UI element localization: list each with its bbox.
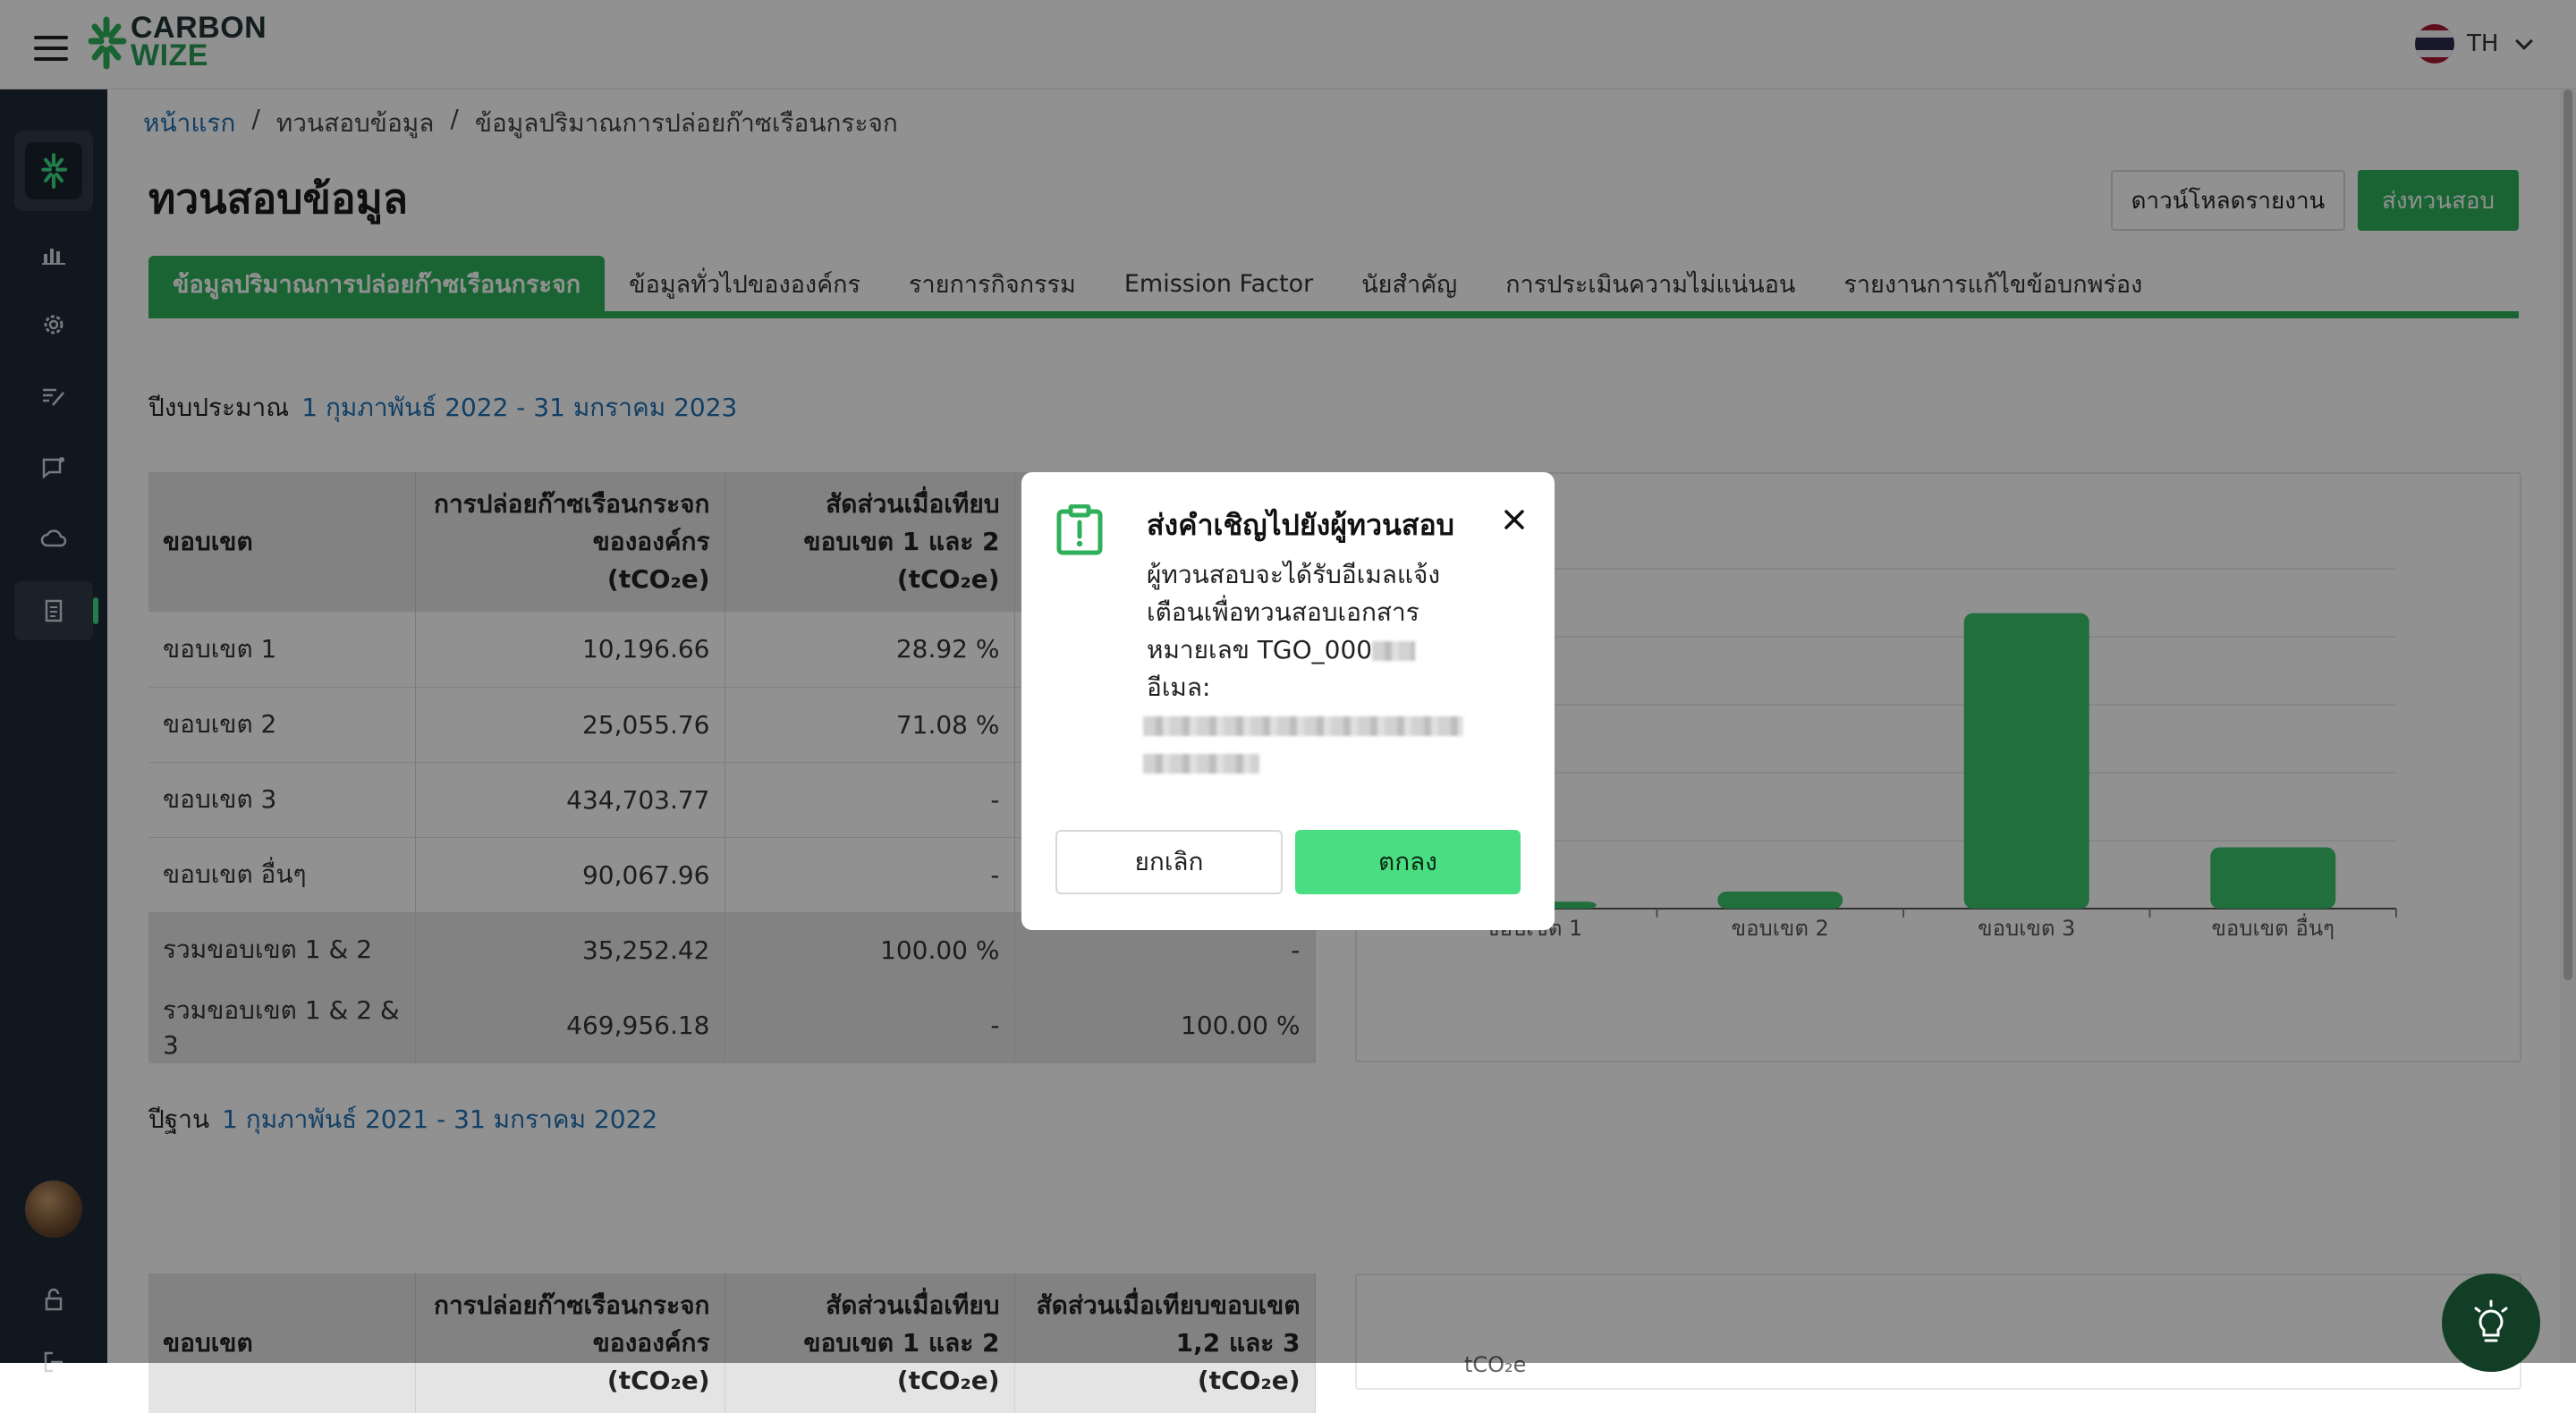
close-icon[interactable]: [1501, 506, 1528, 533]
dialog-title: ส่งคำเชิญไปยังผู้ทวนสอบ: [1147, 508, 1454, 542]
redacted-text: [1372, 641, 1416, 661]
cancel-button[interactable]: ยกเลิก: [1055, 830, 1283, 894]
confirm-button[interactable]: ตกลง: [1295, 830, 1521, 894]
tips-button[interactable]: [2442, 1273, 2540, 1372]
redacted-email: [1143, 706, 1504, 744]
dialog-body: ผู้ทวนสอบจะได้รับอีเมลแจ้ง เตือนเพื่อทวน…: [1143, 556, 1504, 782]
lightbulb-icon: [2474, 1299, 2508, 1342]
alert-clipboard-icon: [1056, 504, 1103, 555]
redacted-email: [1143, 744, 1504, 782]
email-label: อีเมล:: [1147, 673, 1211, 702]
dialog-text-line: หมายเลข TGO_000: [1147, 631, 1504, 669]
document-number: หมายเลข TGO_000: [1147, 635, 1373, 664]
invite-verifier-dialog: ส่งคำเชิญไปยังผู้ทวนสอบ ผู้ทวนสอบจะได้รั…: [1021, 472, 1555, 930]
dialog-text-line: เตือนเพื่อทวนสอบเอกสาร: [1147, 597, 1419, 627]
dialog-text-line: ผู้ทวนสอบจะได้รับอีเมลแจ้ง: [1147, 560, 1441, 589]
